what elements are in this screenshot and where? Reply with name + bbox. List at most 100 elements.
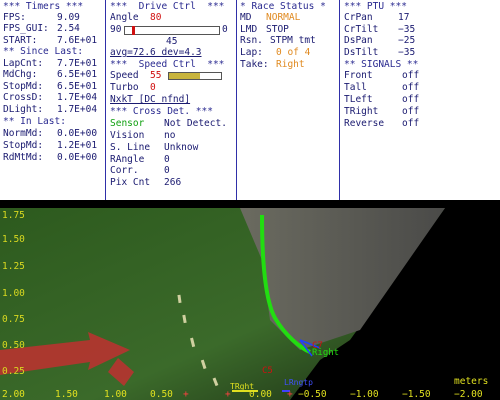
timers-column: *** Timers *** FPS: 9.09 FPS_GUI: 2.54 S… [3,0,103,200]
x-tick: 1.00 [104,389,127,400]
x-tick: −1.00 [350,389,379,400]
lmd-value: STOP [266,24,289,35]
dlight-label: DLight: [3,104,44,115]
turbo-value: 0 [150,82,156,93]
speed-label: Speed [110,70,139,81]
lapcnt-value: 7.7E+01 [57,58,98,69]
right-label: Right [312,348,340,358]
x-tick: −2.00 [454,389,483,400]
y-tick: 1.00 [2,288,25,299]
y-tick: 1.50 [2,234,25,245]
column-divider [339,0,340,200]
plus-marker: + [287,389,293,400]
nxkt-status: NxkT [DC nfnd] [110,94,191,105]
c5-label: C5 [262,366,273,376]
vision-value: no [164,130,176,141]
take-value: Right [276,59,305,70]
stopmd-value: 6.5E+01 [57,81,98,92]
lap-value: 0 of 4 [276,47,311,58]
mdchg-value: 6.5E+01 [57,69,98,80]
dstilt-value: −35 [398,47,416,58]
angle-stats: avg=72.6 dev=4.3 [110,47,202,58]
tleft-label: TLeft [344,94,373,105]
tleft-value: off [402,94,420,105]
corr-value: 0 [164,165,170,176]
sline-label: S. Line [110,142,151,153]
sensor-label: Sensor [110,118,145,129]
since-last-header: ** Since Last: [3,46,84,57]
crtilt-label: CrTilt [344,24,379,35]
y-tick: 1.25 [2,261,25,272]
camera-image [0,200,500,400]
telemetry-panel: *** Timers *** FPS: 9.09 FPS_GUI: 2.54 S… [0,0,500,200]
angle-slider-marker [132,26,135,35]
race-header: * Race Status * [240,1,326,12]
stopmd2-label: StopMd: [3,140,44,151]
race-column: * Race Status * MD NORMAL LMD STOP Rsn. … [240,0,340,200]
reverse-label: Reverse [344,118,385,129]
plus-marker: + [225,389,231,400]
mdchg-label: MdChg: [3,69,38,80]
sline-value: Unknow [164,142,199,153]
drive-column: *** Drive Ctrl *** Angle 80 90 0 45 avg=… [110,0,236,200]
x-tick: −0.50 [298,389,327,400]
dstilt-label: DsTilt [344,47,379,58]
angle-label: Angle [110,12,139,23]
timers-header: *** Timers *** [3,1,84,12]
angle-scale-left: 90 [110,24,122,35]
rdmtmd-label: RdMtMd: [3,152,44,163]
rdmtmd-value: 0.0E+00 [57,152,98,163]
normmd-label: NormMd: [3,128,44,139]
speed-header: *** Speed Ctrl *** [110,59,225,70]
rangle-value: 0 [164,154,170,165]
x-tick: 1.50 [55,389,78,400]
fpsgui-label: FPS_GUI: [3,23,49,34]
signals-header: ** SIGNALS ** [344,59,419,70]
lmd-label: LMD [240,24,258,35]
x-tick: 0.00 [249,389,272,400]
take-label: Take: [240,59,269,70]
drive-header: *** Drive Ctrl *** [110,1,225,12]
crtilt-value: −35 [398,24,416,35]
speed-bar-fill [169,73,201,79]
crpan-label: CrPan [344,12,373,23]
dspan-label: DsPan [344,35,373,46]
front-value: off [402,70,420,81]
speed-bar [168,72,222,80]
tall-value: off [402,82,420,93]
ptu-header: *** PTU *** [344,1,407,12]
units-label: meters [454,376,489,387]
rangle-label: RAngle [110,154,145,165]
column-divider [105,0,106,200]
camera-view: 1.75 1.50 1.25 1.00 0.75 0.50 0.25 C7 Ri… [0,200,500,400]
x-tick: 0.50 [150,389,173,400]
stopmd2-value: 1.2E+01 [57,140,98,151]
rsn-value: STPM tmt [270,35,316,46]
tall-label: Tall [344,82,367,93]
turbo-label: Turbo [110,82,139,93]
dspan-value: −25 [398,35,416,46]
vision-label: Vision [110,130,145,141]
speed-value: 55 [150,70,162,81]
tright-label: TRight [344,106,379,117]
fpsgui-value: 2.54 [57,23,80,34]
cross-det-header: *** Cross Det. *** [110,106,213,117]
reverse-value: off [402,118,420,129]
fps-value: 9.09 [57,12,80,23]
stopmd-label: StopMd: [3,81,44,92]
column-divider [236,0,237,200]
md-label: MD [240,12,252,23]
lrngtp-label: LRngtp [284,378,313,387]
md-value: NORMAL [266,12,301,23]
x-tick: −1.50 [402,389,431,400]
start-value: 7.6E+01 [57,35,98,46]
lap-label: Lap: [240,47,263,58]
dlight-value: 1.7E+04 [57,104,98,115]
rsn-label: Rsn. [240,35,263,46]
sensor-value: Not Detect. [164,118,227,129]
pixcnt-label: Pix Cnt [110,177,151,188]
y-tick: 0.50 [2,340,25,351]
crpan-value: 17 [398,12,410,23]
y-tick: 1.75 [2,210,25,221]
y-tick: 0.25 [2,366,25,377]
